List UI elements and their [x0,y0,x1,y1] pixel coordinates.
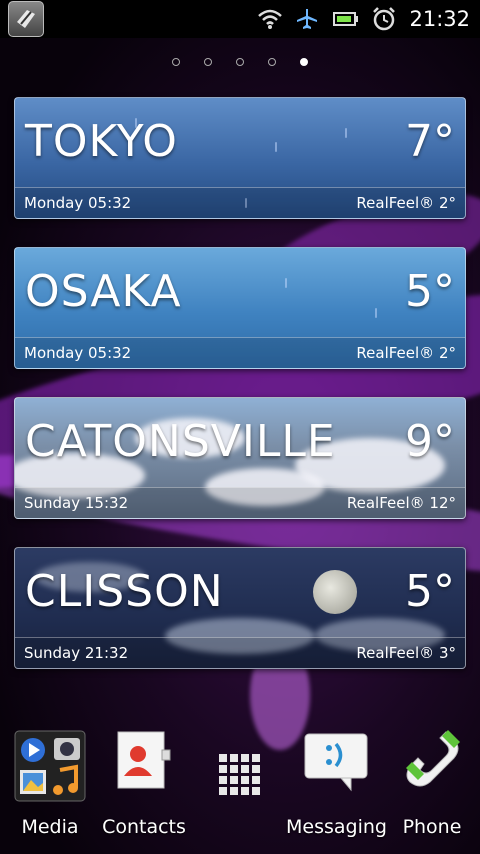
local-time: Monday 05:32 [24,344,132,362]
rain-drop [375,308,377,318]
realfeel: RealFeel® 3° [356,644,456,662]
city-name: TOKYO [25,116,178,167]
dock-label: Phone [402,816,462,838]
app-drawer-icon [219,754,261,800]
page-dot[interactable] [268,58,276,66]
page-dot[interactable] [236,58,244,66]
dock-item-contacts[interactable]: Contacts [94,720,194,854]
dock-item-app-drawer[interactable] [190,720,290,854]
alarm-icon [371,6,397,32]
temperature: 5° [405,566,455,617]
app-shortcut-icon[interactable] [8,1,44,37]
dock-item-messaging[interactable]: Messaging [286,720,387,854]
page-dot[interactable] [172,58,180,66]
dock-label: Media [21,816,79,838]
weather-card-catonsville[interactable]: CATONSVILLE 9° Sunday 15:32 RealFeel® 12… [14,397,466,519]
phone-icon [402,730,462,794]
weather-card-osaka[interactable]: OSAKA 5° Monday 05:32 RealFeel® 2° [14,247,466,369]
dock-label: Messaging [286,816,387,838]
realfeel: RealFeel® 2° [356,194,456,212]
city-name: OSAKA [25,266,182,317]
realfeel: RealFeel® 2° [356,344,456,362]
dock-item-phone[interactable]: Phone [382,720,480,854]
local-time: Sunday 21:32 [24,644,129,662]
moon-icon [313,570,357,614]
local-time: Sunday 15:32 [24,494,129,512]
city-name: CATONSVILLE [25,416,336,467]
airplane-signal-icon [295,7,321,31]
rain-drop [285,278,287,288]
battery-icon [333,11,359,27]
temperature: 5° [405,266,455,317]
page-indicator [0,58,480,66]
wifi-icon [257,8,283,30]
dock-label: Contacts [102,816,186,838]
page-dot[interactable] [204,58,212,66]
realfeel: RealFeel® 12° [346,494,456,512]
dock: Media Contacts Messaging Phone [0,720,480,854]
temperature: 9° [405,416,455,467]
clock: 21:32 [409,7,470,31]
rain-drop [345,128,347,138]
weather-card-clisson[interactable]: CLISSON 5° Sunday 21:32 RealFeel® 3° [14,547,466,669]
local-time: Monday 05:32 [24,194,132,212]
city-name: CLISSON [25,566,224,617]
status-bar: 21:32 [0,0,480,38]
contacts-icon [116,730,172,796]
temperature: 7° [405,116,455,167]
weather-card-tokyo[interactable]: TOKYO 7° Monday 05:32 RealFeel® 2° [14,97,466,219]
messaging-icon [303,730,369,798]
dock-item-media[interactable]: Media [0,720,100,854]
rain-drop [275,142,277,152]
page-dot-active[interactable] [300,58,308,66]
media-folder-icon [14,730,86,806]
